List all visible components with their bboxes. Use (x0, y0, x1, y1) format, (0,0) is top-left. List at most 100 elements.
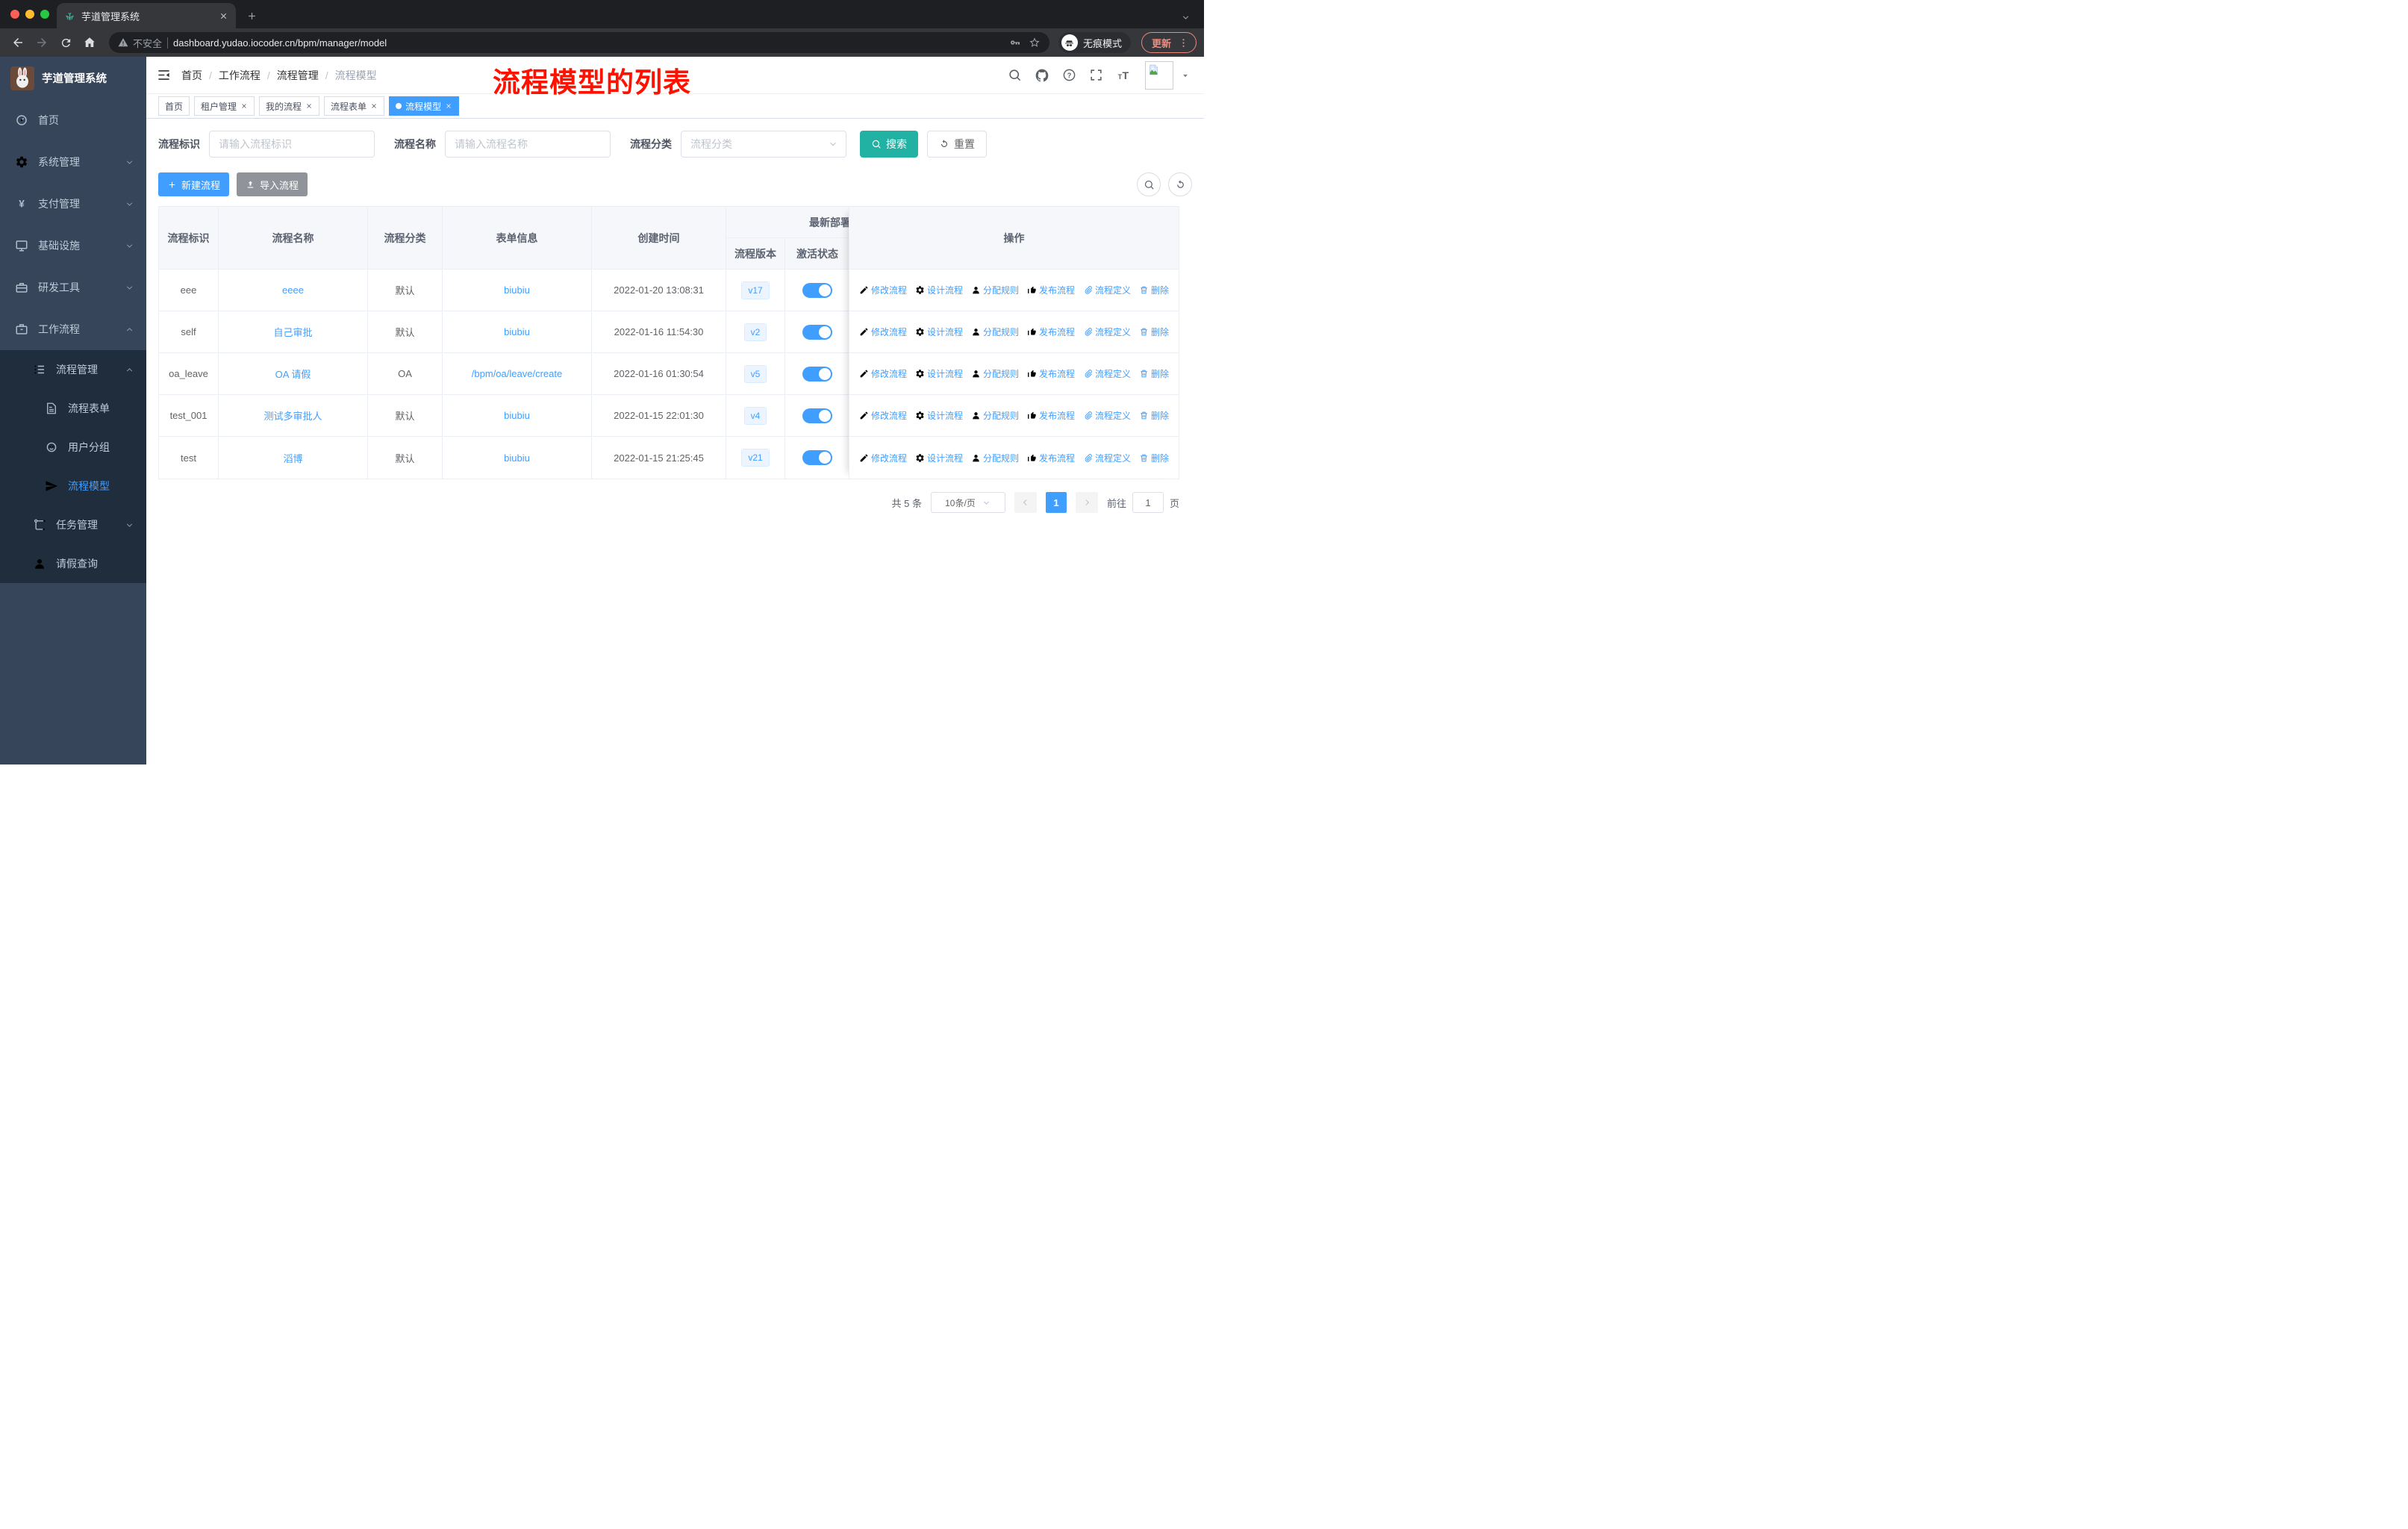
import-process-button[interactable]: 导入流程 (237, 172, 308, 196)
close-icon[interactable] (445, 102, 452, 110)
form-link[interactable]: biubiu (504, 284, 530, 296)
edit-action[interactable]: 修改流程 (859, 409, 907, 422)
refresh-table-button[interactable] (1168, 172, 1192, 196)
zoom-window-button[interactable] (40, 10, 49, 19)
definition-action[interactable]: 流程定义 (1083, 284, 1131, 296)
sidebar-item-group[interactable]: 用户分组 (0, 428, 146, 467)
form-link[interactable]: biubiu (504, 410, 530, 421)
definition-action[interactable]: 流程定义 (1083, 367, 1131, 380)
next-page-button[interactable] (1075, 492, 1098, 513)
assign-rule-action[interactable]: 分配规则 (971, 367, 1019, 380)
address-bar[interactable]: 不安全 dashboard.yudao.iocoder.cn/bpm/manag… (109, 32, 1049, 53)
password-key-icon[interactable] (1009, 37, 1021, 49)
edit-action[interactable]: 修改流程 (859, 284, 907, 296)
definition-action[interactable]: 流程定义 (1083, 452, 1131, 464)
font-size-icon[interactable] (1116, 68, 1132, 83)
avatar[interactable] (1145, 60, 1173, 90)
close-icon[interactable] (305, 102, 313, 110)
delete-action[interactable]: 删除 (1139, 326, 1169, 338)
reload-icon[interactable] (55, 32, 76, 53)
name-link[interactable]: eeee (282, 284, 304, 296)
sidebar-collapse-icon[interactable] (157, 68, 171, 82)
close-window-button[interactable] (10, 10, 19, 19)
url-text[interactable]: dashboard.yudao.iocoder.cn/bpm/manager/m… (173, 37, 1004, 49)
sidebar-item-briefcase[interactable]: 工作流程 (0, 308, 146, 350)
active-switch[interactable] (802, 282, 832, 298)
delete-action[interactable]: 删除 (1139, 367, 1169, 380)
close-icon[interactable] (370, 102, 378, 110)
browser-update-button[interactable]: 更新 (1141, 32, 1197, 53)
process-name-input[interactable] (445, 131, 611, 158)
name-link[interactable]: 测试多审批人 (263, 408, 322, 423)
toggle-search-button[interactable] (1137, 172, 1161, 196)
tab-tag[interactable]: 流程表单 (324, 96, 385, 116)
tab-close-icon[interactable] (219, 11, 228, 21)
edit-action[interactable]: 修改流程 (859, 452, 907, 464)
assign-rule-action[interactable]: 分配规则 (971, 452, 1019, 464)
active-switch[interactable] (802, 408, 832, 423)
category-select[interactable]: 流程分类 (681, 131, 846, 158)
security-indicator[interactable]: 不安全 (118, 36, 162, 50)
tab-tag[interactable]: 租户管理 (194, 96, 255, 116)
process-id-input[interactable] (209, 131, 375, 158)
edit-action[interactable]: 修改流程 (859, 367, 907, 380)
minimize-window-button[interactable] (25, 10, 34, 19)
search-icon[interactable] (1008, 68, 1022, 82)
goto-page-input[interactable] (1132, 492, 1164, 513)
page-number-1[interactable]: 1 (1045, 492, 1067, 513)
browser-menu-dots-icon[interactable] (1178, 37, 1189, 49)
form-link[interactable]: biubiu (504, 452, 530, 464)
assign-rule-action[interactable]: 分配规则 (971, 409, 1019, 422)
breadcrumb-item[interactable]: 流程管理 (277, 68, 319, 83)
assign-rule-action[interactable]: 分配规则 (971, 284, 1019, 296)
reset-button[interactable]: 重置 (927, 131, 987, 158)
breadcrumb-item[interactable]: 首页 (181, 68, 202, 83)
back-icon[interactable] (7, 32, 28, 53)
form-link[interactable]: /bpm/oa/leave/create (472, 368, 562, 379)
avatar-caret-down-icon[interactable] (1180, 70, 1191, 81)
new-tab-button[interactable] (240, 4, 263, 27)
close-icon[interactable] (240, 102, 248, 110)
design-action[interactable]: 设计流程 (915, 326, 963, 338)
tab-tag[interactable]: 我的流程 (259, 96, 320, 116)
browser-tab[interactable]: 芋道管理系统 (57, 3, 236, 28)
forward-icon[interactable] (31, 32, 52, 53)
sidebar-item-tasks[interactable]: 任务管理 (0, 505, 146, 544)
sidebar-item-monitor[interactable]: 基础设施 (0, 225, 146, 267)
sidebar-item-yen[interactable]: 支付管理 (0, 183, 146, 225)
publish-action[interactable]: 发布流程 (1027, 284, 1075, 296)
definition-action[interactable]: 流程定义 (1083, 409, 1131, 422)
tab-search-chevron-icon[interactable] (1181, 13, 1191, 22)
sidebar-item-plane[interactable]: 流程模型 (0, 467, 146, 505)
publish-action[interactable]: 发布流程 (1027, 409, 1075, 422)
bookmark-star-icon[interactable] (1029, 37, 1041, 49)
delete-action[interactable]: 删除 (1139, 284, 1169, 296)
name-link[interactable]: OA 请假 (275, 367, 311, 381)
name-link[interactable]: 自己审批 (273, 325, 312, 339)
publish-action[interactable]: 发布流程 (1027, 452, 1075, 464)
design-action[interactable]: 设计流程 (915, 367, 963, 380)
delete-action[interactable]: 删除 (1139, 452, 1169, 464)
edit-action[interactable]: 修改流程 (859, 326, 907, 338)
design-action[interactable]: 设计流程 (915, 284, 963, 296)
breadcrumb-item[interactable]: 工作流程 (219, 68, 261, 83)
page-size-select[interactable]: 10条/页 (930, 492, 1005, 513)
publish-action[interactable]: 发布流程 (1027, 326, 1075, 338)
search-button[interactable]: 搜索 (860, 131, 918, 158)
design-action[interactable]: 设计流程 (915, 409, 963, 422)
github-icon[interactable] (1035, 68, 1049, 83)
assign-rule-action[interactable]: 分配规则 (971, 326, 1019, 338)
tab-tag[interactable]: 首页 (158, 96, 190, 116)
active-switch[interactable] (802, 450, 832, 465)
publish-action[interactable]: 发布流程 (1027, 367, 1075, 380)
prev-page-button[interactable] (1014, 492, 1037, 513)
form-link[interactable]: biubiu (504, 326, 530, 337)
sidebar-item-form[interactable]: 流程表单 (0, 389, 146, 428)
delete-action[interactable]: 删除 (1139, 409, 1169, 422)
help-icon[interactable] (1062, 68, 1076, 82)
active-switch[interactable] (802, 324, 832, 340)
home-icon[interactable] (79, 32, 100, 53)
tab-active-tag[interactable]: 流程模型 (389, 96, 460, 116)
sidebar-item-toolbox[interactable]: 研发工具 (0, 267, 146, 308)
definition-action[interactable]: 流程定义 (1083, 326, 1131, 338)
